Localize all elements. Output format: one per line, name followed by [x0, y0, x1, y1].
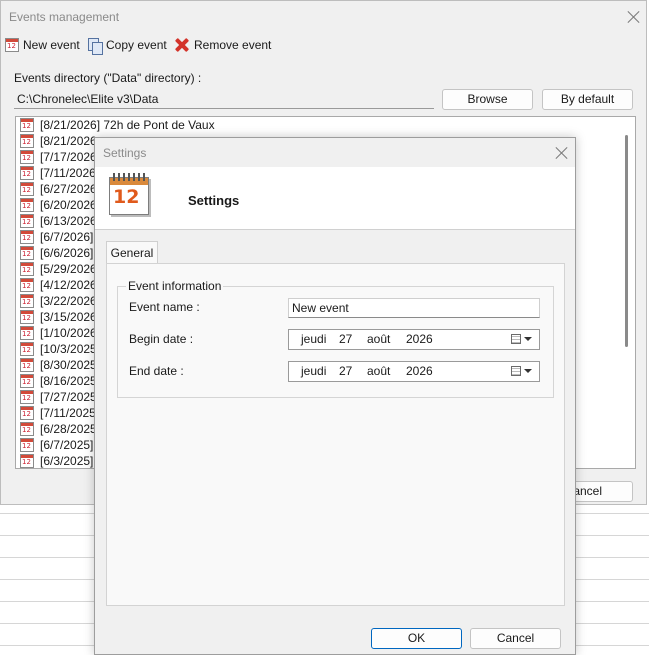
event-label: [3/22/2026 — [40, 294, 97, 308]
event-label: [6/6/2026] — [40, 246, 94, 260]
event-label: [6/7/2026] — [40, 230, 94, 244]
event-label: [7/17/2026 — [40, 150, 97, 164]
browse-button[interactable]: Browse — [442, 89, 533, 110]
event-label: [6/20/2026 — [40, 198, 97, 212]
event-label: [6/28/2025 — [40, 422, 97, 436]
calendar-icon — [20, 118, 34, 132]
title-bar: Events management — [1, 1, 646, 33]
remove-icon — [174, 37, 190, 53]
calendar-icon — [20, 310, 34, 324]
event-name-input[interactable]: New event — [288, 298, 540, 318]
calendar-icon — [20, 134, 34, 148]
end-day[interactable]: 27 — [339, 362, 352, 381]
calendar-icon — [5, 38, 19, 52]
copy-event-button[interactable]: Copy event — [88, 34, 167, 56]
window-title: Events management — [9, 10, 120, 24]
event-label: [3/15/2026 — [40, 310, 97, 324]
event-label: [10/3/2025 — [40, 342, 97, 356]
begin-weekday[interactable]: jeudi — [301, 330, 326, 349]
event-label: [7/11/2026 — [40, 166, 96, 180]
calendar-dropdown-icon[interactable] — [511, 366, 533, 378]
event-label: [8/16/2025 — [40, 374, 97, 388]
calendar-icon — [20, 230, 34, 244]
calendar-icon — [20, 262, 34, 276]
end-year[interactable]: 2026 — [406, 362, 433, 381]
event-information-group: Event information Event name : New event… — [117, 279, 554, 398]
calendar-icon — [20, 150, 34, 164]
settings-dialog: Settings 12 Settings General Event infor… — [94, 137, 576, 655]
begin-date-label: Begin date : — [129, 332, 194, 346]
calendar-icon — [20, 358, 34, 372]
toolbar: New event Copy event Remove event — [1, 34, 646, 56]
end-date-picker[interactable]: jeudi 27 août 2026 — [288, 361, 540, 382]
calendar-icon — [20, 182, 34, 196]
end-date-label: End date : — [129, 364, 184, 378]
ok-button[interactable]: OK — [371, 628, 462, 649]
directory-field[interactable]: C:\Chronelec\Elite v3\Data — [14, 90, 434, 109]
close-icon[interactable] — [627, 10, 641, 24]
calendar-icon — [20, 294, 34, 308]
begin-month[interactable]: août — [367, 330, 390, 349]
event-label: [7/11/2025 — [40, 406, 96, 420]
calendar-icon — [20, 246, 34, 260]
event-label: [6/7/2025] — [40, 438, 94, 452]
list-item[interactable]: [8/21/2026] 72h de Pont de Vaux — [16, 117, 635, 133]
calendar-icon — [20, 406, 34, 420]
begin-date-picker[interactable]: jeudi 27 août 2026 — [288, 329, 540, 350]
dialog-title: Settings — [103, 146, 147, 160]
calendar-icon — [20, 454, 34, 468]
event-label: [8/21/2026 — [40, 134, 97, 148]
calendar-dropdown-icon[interactable] — [511, 334, 533, 346]
event-label: [4/12/2026 — [40, 278, 97, 292]
header-title: Settings — [188, 193, 240, 208]
calendar-icon — [20, 198, 34, 212]
remove-event-button[interactable]: Remove event — [174, 34, 271, 56]
begin-year[interactable]: 2026 — [406, 330, 433, 349]
cancel-button[interactable]: Cancel — [470, 628, 561, 649]
calendar-icon — [20, 326, 34, 340]
event-label: [7/27/2025 — [40, 390, 97, 404]
event-label: [6/13/2026 — [40, 214, 97, 228]
directory-label: Events directory ("Data" directory) : — [14, 71, 202, 85]
calendar-icon — [20, 278, 34, 292]
calendar-icon: 12 — [109, 173, 151, 215]
calendar-icon — [20, 374, 34, 388]
event-label: [6/27/2026 — [40, 182, 97, 196]
event-name-label: Event name : — [129, 300, 200, 314]
calendar-icon — [20, 422, 34, 436]
begin-day[interactable]: 27 — [339, 330, 352, 349]
by-default-button[interactable]: By default — [542, 89, 633, 110]
event-label: [8/30/2025 — [40, 358, 97, 372]
calendar-icon — [20, 390, 34, 404]
general-tab-panel: Event information Event name : New event… — [106, 263, 565, 606]
event-label: [6/3/2025] — [40, 454, 94, 468]
tab-general[interactable]: General — [106, 241, 158, 265]
new-event-button[interactable]: New event — [5, 34, 80, 56]
calendar-icon — [20, 438, 34, 452]
group-title: Event information — [126, 279, 224, 293]
event-label: [8/21/2026] 72h de Pont de Vaux — [40, 118, 215, 132]
end-weekday[interactable]: jeudi — [301, 362, 326, 381]
event-label: [5/29/2026 — [40, 262, 97, 276]
event-label: [1/10/2026 — [40, 326, 97, 340]
list-scrollbar[interactable] — [625, 135, 628, 347]
calendar-icon — [20, 166, 34, 180]
copy-icon — [88, 37, 103, 55]
calendar-icon — [20, 342, 34, 356]
end-month[interactable]: août — [367, 362, 390, 381]
close-icon[interactable] — [555, 146, 569, 160]
calendar-icon — [20, 214, 34, 228]
dialog-header: 12 Settings — [95, 167, 575, 230]
